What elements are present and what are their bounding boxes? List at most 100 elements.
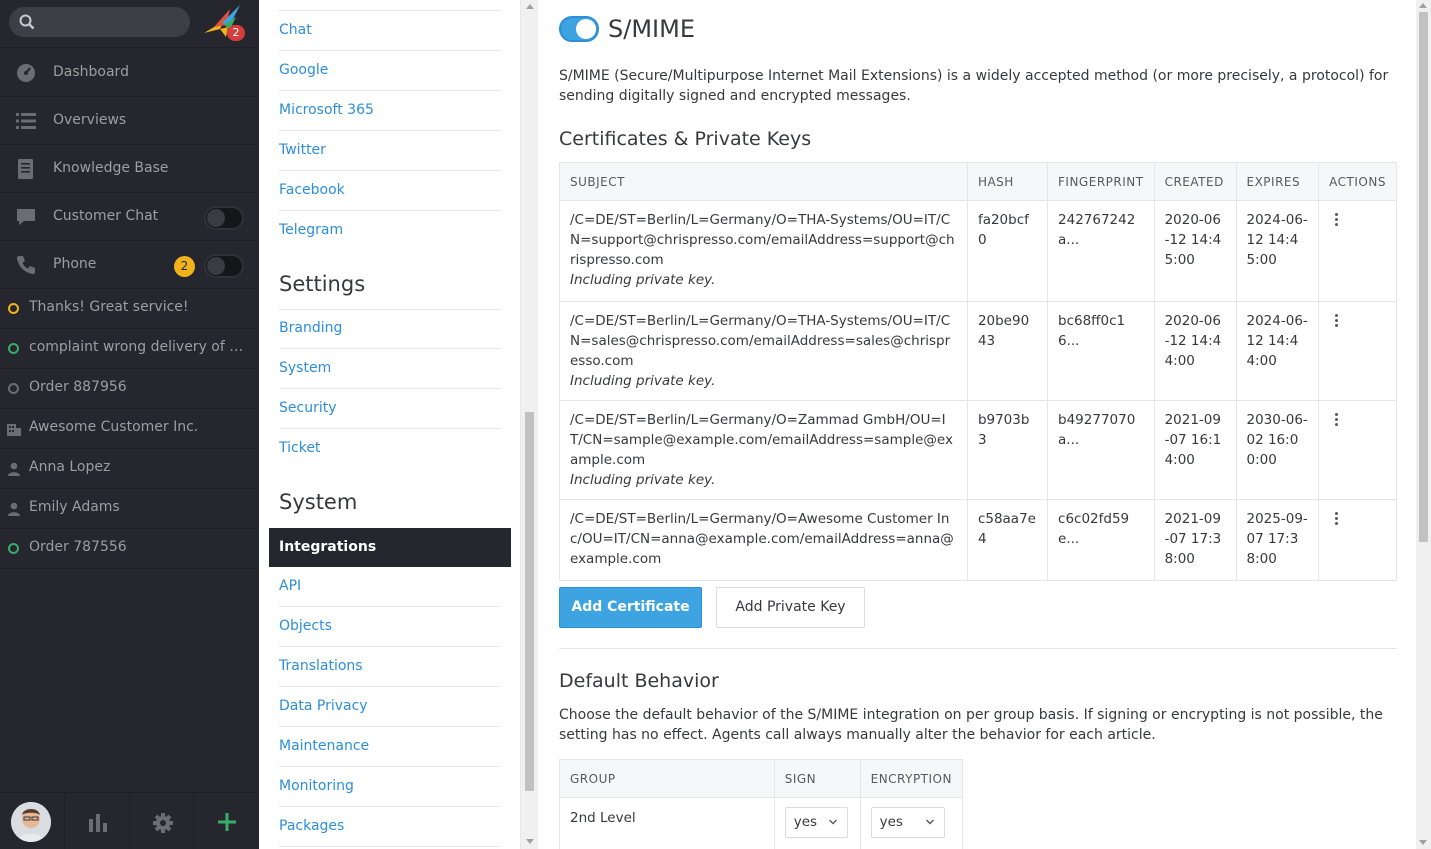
menu-link-packages[interactable]: Packages — [279, 807, 501, 847]
encryption-cell: yes — [859, 797, 964, 849]
sign-select[interactable]: yes — [784, 807, 848, 838]
smime-enable-toggle[interactable] — [559, 16, 599, 42]
add-certificate-button[interactable]: Add Certificate — [559, 587, 702, 628]
menu-link-microsoft-365[interactable]: Microsoft 365 — [279, 91, 501, 131]
more-actions-icon[interactable] — [1329, 311, 1349, 331]
table-row: /C=DE/ST=Berlin/L=Germany/O=Zammad GmbH/… — [559, 400, 1397, 500]
encryption-select[interactable]: yes — [870, 807, 945, 838]
nav-bottom-bar — [0, 792, 259, 849]
default-behavior-description: Choose the default behavior of the S/MIM… — [559, 707, 1383, 743]
menu-link-system[interactable]: System — [279, 349, 501, 389]
scroll-up-arrow-icon[interactable] — [1419, 3, 1427, 8]
nav-item-phone[interactable]: Phone 2 — [0, 241, 259, 289]
menu-link-data-privacy[interactable]: Data Privacy — [279, 687, 501, 727]
column-header-fingerprint: FINGERPRINT — [1047, 162, 1155, 201]
more-actions-icon[interactable] — [1329, 410, 1349, 430]
menu-link-label: Facebook — [279, 182, 345, 198]
menu-link-telegram[interactable]: Telegram — [279, 211, 501, 251]
menu-link-translations[interactable]: Translations — [279, 647, 501, 687]
nav-item-label: Phone — [53, 256, 97, 272]
menu-link-maintenance[interactable]: Maintenance — [279, 727, 501, 767]
scroll-up-arrow-icon[interactable] — [526, 4, 534, 9]
add-private-key-button[interactable]: Add Private Key — [716, 587, 865, 628]
nav-item-dashboard[interactable]: Dashboard — [0, 49, 259, 97]
scroll-down-arrow-icon[interactable] — [526, 839, 534, 844]
main-navigation: 2 Dashboard Overviews Knowledge Base Cus… — [0, 0, 259, 849]
nav-item-customer-chat[interactable]: Customer Chat — [0, 193, 259, 241]
group-name-cell: 2nd Level — [559, 797, 775, 849]
menu-link-ticket[interactable]: Ticket — [279, 429, 501, 469]
customer-chat-toggle[interactable] — [204, 206, 244, 230]
actions-cell — [1318, 400, 1397, 500]
menu-link-label: Packages — [279, 818, 345, 834]
menu-scrollbar-thumb[interactable] — [525, 412, 534, 791]
avatar-button[interactable] — [0, 793, 65, 849]
task-label: Anna Lopez — [29, 459, 111, 475]
phone-toggle[interactable] — [204, 254, 244, 278]
task-item[interactable]: Anna Lopez — [0, 449, 259, 489]
reports-button[interactable] — [65, 793, 130, 849]
task-item[interactable]: complaint wrong delivery of ord... — [0, 329, 259, 369]
task-label: Order 787556 — [29, 539, 127, 555]
expires-cell: 2030-06-02 16:00:00 — [1235, 400, 1320, 500]
menu-link-facebook[interactable]: Facebook — [279, 171, 501, 211]
menu-link-label: Chat — [279, 22, 312, 38]
search-input[interactable] — [9, 7, 190, 37]
task-item[interactable]: Order 787556 — [0, 529, 259, 569]
notification-badge: 2 — [227, 25, 245, 41]
hash-cell: b9703b3 — [966, 400, 1049, 500]
organization-icon — [7, 424, 21, 436]
subject-cell: /C=DE/ST=Berlin/L=Germany/O=THA-Systems/… — [559, 200, 968, 302]
menu-link-security[interactable]: Security — [279, 389, 501, 429]
menu-link-label: Integrations — [279, 539, 377, 555]
menu-link-integrations[interactable]: Integrations — [269, 528, 511, 567]
menu-scrollbar[interactable] — [521, 0, 538, 849]
menu-link-objects[interactable]: Objects — [279, 607, 501, 647]
created-cell: 2021-09-07 17:38:00 — [1153, 499, 1237, 581]
nav-item-label: Knowledge Base — [53, 160, 169, 176]
new-ticket-button[interactable] — [194, 793, 259, 849]
menu-heading-settings: Settings — [279, 272, 366, 296]
task-item[interactable]: Thanks! Great service! — [0, 289, 259, 329]
menu-link-label: Telegram — [279, 222, 344, 238]
column-header-sign: SIGN — [773, 759, 861, 798]
nav-item-label: Overviews — [53, 112, 127, 128]
table-header-row: SUBJECT HASH FINGERPRINT CREATED EXPIRES… — [559, 162, 1397, 201]
menu-link-monitoring[interactable]: Monitoring — [279, 767, 501, 807]
private-key-note: Including private key. — [570, 272, 716, 288]
scroll-down-arrow-icon[interactable] — [1419, 840, 1427, 845]
group-behavior-table: GROUP SIGN ENCRYPTION 2nd Level yes yes — [559, 759, 964, 849]
menu-link-label: Maintenance — [279, 738, 370, 754]
menu-link-chat[interactable]: Chat — [279, 11, 501, 51]
bar-chart-icon — [88, 814, 107, 832]
nav-item-overviews[interactable]: Overviews — [0, 97, 259, 145]
expires-cell: 2025-09-07 17:38:00 — [1235, 499, 1320, 581]
task-item[interactable]: Awesome Customer Inc. — [0, 409, 259, 449]
task-item[interactable]: Emily Adams — [0, 489, 259, 529]
nav-item-label: Dashboard — [53, 64, 129, 80]
page-scrollbar[interactable] — [1416, 0, 1431, 849]
menu-link-label: Twitter — [279, 142, 326, 158]
search-row: 2 — [0, 0, 259, 48]
gear-icon — [152, 813, 173, 833]
menu-link-branding[interactable]: Branding — [279, 309, 501, 349]
subject-cell: /C=DE/ST=Berlin/L=Germany/O=Zammad GmbH/… — [559, 400, 968, 500]
menu-link-api[interactable]: API — [279, 567, 501, 607]
user-icon — [8, 462, 20, 476]
menu-heading-system: System — [279, 490, 358, 514]
menu-link-label: System — [279, 360, 332, 376]
user-icon — [8, 502, 20, 516]
chat-icon — [17, 209, 35, 225]
more-actions-icon[interactable] — [1329, 210, 1349, 230]
column-header-expires: EXPIRES — [1235, 162, 1320, 201]
page-scrollbar-thumb[interactable] — [1419, 12, 1428, 542]
list-icon — [16, 113, 36, 129]
created-cell: 2021-09-07 16:14:00 — [1153, 400, 1237, 500]
more-actions-icon[interactable] — [1329, 509, 1349, 529]
menu-link-twitter[interactable]: Twitter — [279, 131, 501, 171]
nav-item-label: Customer Chat — [53, 208, 159, 224]
settings-button[interactable] — [130, 793, 195, 849]
task-item[interactable]: Order 887956 — [0, 369, 259, 409]
menu-link-google[interactable]: Google — [279, 51, 501, 91]
nav-item-knowledge-base[interactable]: Knowledge Base — [0, 145, 259, 193]
